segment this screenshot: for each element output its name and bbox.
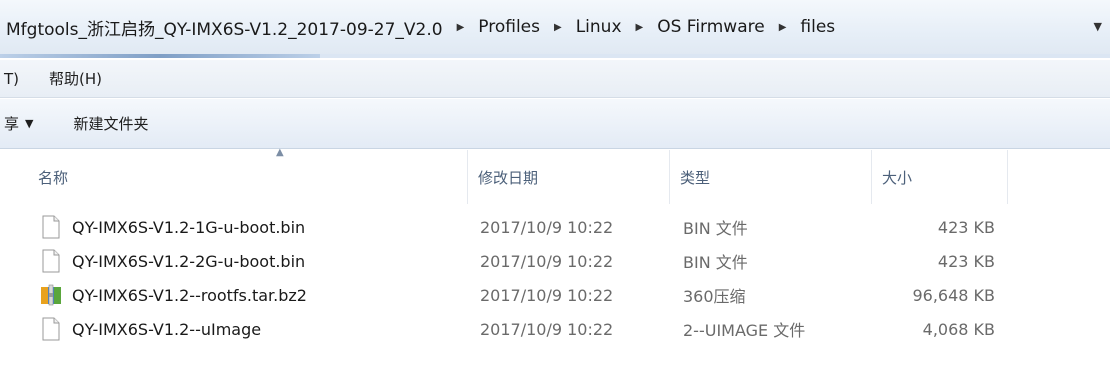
file-row[interactable]: QY-IMX6S-V1.2--uImage 2017/10/9 10:22 2-…	[0, 312, 1110, 346]
column-header-date-label: 修改日期	[478, 168, 539, 187]
chevron-down-icon: ▼	[25, 117, 34, 130]
breadcrumb-chevron-icon[interactable]: ▶	[779, 22, 787, 33]
breadcrumb-chevron-icon[interactable]: ▶	[636, 22, 644, 33]
toolbar: 享 ▼ 新建文件夹	[0, 99, 1110, 149]
breadcrumb-item-files[interactable]: files	[798, 17, 837, 37]
sort-ascending-icon: ▲	[276, 147, 284, 158]
file-type: BIN 文件	[683, 219, 748, 238]
address-bar-highlight	[0, 54, 320, 58]
file-icon	[40, 215, 62, 239]
file-name: QY-IMX6S-V1.2-2G-u-boot.bin	[72, 251, 306, 271]
share-button[interactable]: 享 ▼	[0, 113, 33, 134]
breadcrumb-chevron-icon[interactable]: ▶	[554, 22, 562, 33]
column-header-type[interactable]: 类型	[670, 150, 872, 204]
column-header-name[interactable]: 名称 ▲	[28, 147, 468, 204]
address-bar[interactable]: Mfgtools_浙江启扬_QY-IMX6S-V1.2_2017-09-27_V…	[0, 0, 1110, 58]
file-date: 2017/10/9 10:22	[480, 285, 614, 305]
file-date: 2017/10/9 10:22	[480, 217, 614, 237]
breadcrumb-item-os-firmware[interactable]: OS Firmware	[655, 17, 767, 37]
breadcrumb-item-linux[interactable]: Linux	[574, 17, 624, 37]
file-type: 360压缩	[683, 287, 746, 306]
file-icon	[40, 317, 62, 341]
file-type: BIN 文件	[683, 253, 748, 272]
file-icon	[40, 249, 62, 273]
column-headers: 名称 ▲ 修改日期 类型 大小	[0, 147, 1110, 204]
file-size: 96,648 KB	[912, 285, 995, 305]
archive-icon	[40, 283, 62, 307]
file-name: QY-IMX6S-V1.2--uImage	[72, 319, 262, 339]
file-row[interactable]: QY-IMX6S-V1.2-2G-u-boot.bin 2017/10/9 10…	[0, 244, 1110, 278]
column-header-size[interactable]: 大小	[872, 150, 1008, 204]
file-size: 4,068 KB	[922, 319, 995, 339]
column-header-type-label: 类型	[680, 168, 711, 187]
address-dropdown-icon[interactable]: ▼	[1094, 20, 1102, 33]
new-folder-button[interactable]: 新建文件夹	[73, 113, 148, 134]
breadcrumb: Mfgtools_浙江启扬_QY-IMX6S-V1.2_2017-09-27_V…	[4, 12, 837, 42]
breadcrumb-chevron-icon[interactable]: ▶	[457, 22, 465, 33]
column-header-name-label: 名称	[38, 168, 69, 187]
file-size: 423 KB	[937, 217, 995, 237]
file-name: QY-IMX6S-V1.2--rootfs.tar.bz2	[72, 285, 307, 305]
file-name: QY-IMX6S-V1.2-1G-u-boot.bin	[72, 217, 306, 237]
file-size: 423 KB	[937, 251, 995, 271]
file-date: 2017/10/9 10:22	[480, 251, 614, 271]
menu-item-help[interactable]: 帮助(H)	[43, 68, 108, 89]
share-label: 享	[4, 115, 20, 133]
breadcrumb-item-mfgtools[interactable]: Mfgtools_浙江启扬_QY-IMX6S-V1.2_2017-09-27_V…	[4, 15, 445, 40]
file-type: 2--UIMAGE 文件	[683, 321, 806, 340]
breadcrumb-item-profiles[interactable]: Profiles	[476, 17, 542, 37]
column-header-date[interactable]: 修改日期	[468, 150, 670, 204]
file-date: 2017/10/9 10:22	[480, 319, 614, 339]
menu-bar: T) 帮助(H)	[0, 60, 1110, 98]
file-row[interactable]: QY-IMX6S-V1.2--rootfs.tar.bz2 2017/10/9 …	[0, 278, 1110, 312]
column-header-size-label: 大小	[882, 168, 913, 187]
file-row[interactable]: QY-IMX6S-V1.2-1G-u-boot.bin 2017/10/9 10…	[0, 210, 1110, 244]
menu-item-tools[interactable]: T)	[0, 70, 25, 88]
